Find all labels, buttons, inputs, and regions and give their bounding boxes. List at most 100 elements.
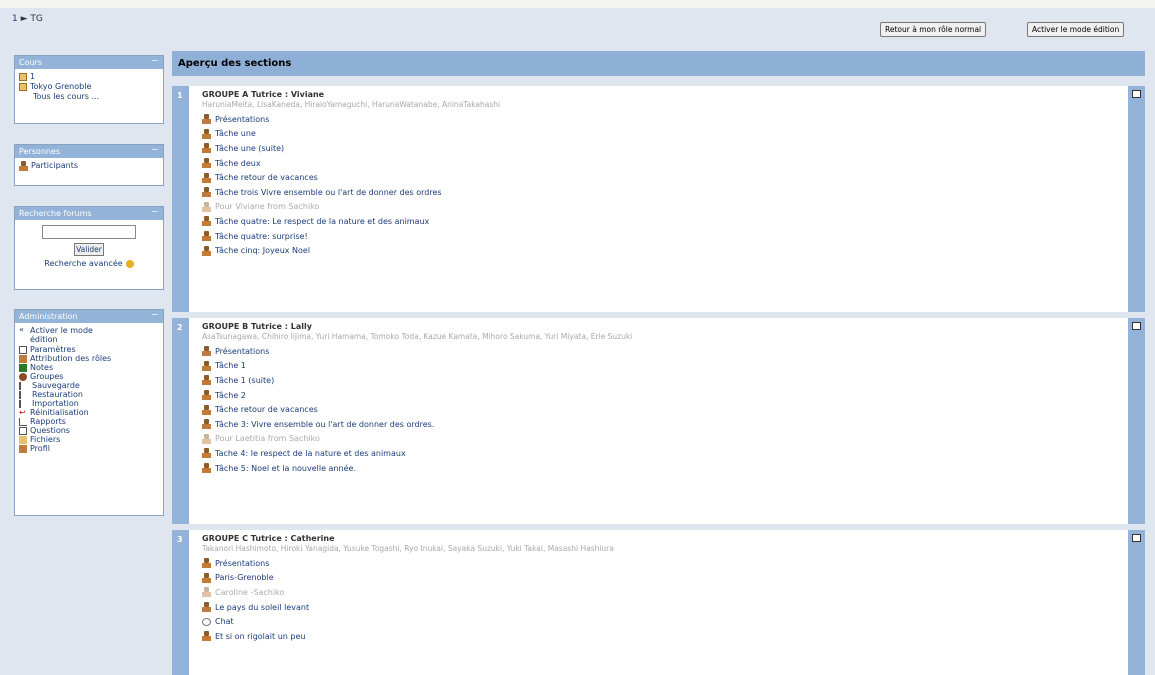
- forum-icon: [202, 631, 211, 642]
- section-2: 2 GROUPE B Tutrice : Lally AsaTsunagawa,…: [172, 318, 1145, 524]
- activity-link[interactable]: Tache 4: le respect de la nature et des …: [202, 446, 1125, 461]
- activity-label: Tâche une: [215, 129, 256, 139]
- admin-item-rapports[interactable]: Rapports: [19, 417, 159, 426]
- admin-item-label: Questions: [30, 426, 70, 435]
- admin-item-label: Paramètres: [30, 345, 76, 354]
- activity-link[interactable]: Tâche retour de vacances: [202, 402, 1125, 417]
- admin-item-reinitialisation[interactable]: ↩ Réinitialisation: [19, 408, 159, 417]
- activity-label: Tâche retour de vacances: [215, 405, 318, 415]
- search-submit-button[interactable]: Valider: [74, 243, 104, 256]
- section-number: 2: [172, 318, 189, 524]
- activity-label: Chat: [215, 617, 234, 627]
- activity-link[interactable]: Tâche trois Vivre ensemble ou l'art de d…: [202, 185, 1125, 200]
- activity-link[interactable]: Tâche quatre: Le respect de la nature et…: [202, 214, 1125, 229]
- admin-item-fichiers[interactable]: Fichiers: [19, 435, 159, 444]
- activity-link[interactable]: Tâche retour de vacances: [202, 170, 1125, 185]
- forum-icon: [202, 587, 211, 598]
- block-cours: Cours 1 Tokyo Grenoble Tous les cours ..…: [14, 55, 164, 124]
- forum-icon: [202, 360, 211, 371]
- hide-block-icon[interactable]: [152, 149, 158, 154]
- activity-link[interactable]: Tâche 1: [202, 359, 1125, 374]
- return-role-button[interactable]: Retour à mon rôle normal: [880, 22, 987, 37]
- activity-link-hidden[interactable]: Caroline -Sachiko: [202, 585, 1125, 600]
- breadcrumb: 1 ► TG: [12, 14, 43, 24]
- block-personnes-header: Personnes: [15, 145, 163, 158]
- forum-icon: [202, 404, 211, 415]
- activity-link[interactable]: Tâche 1 (suite): [202, 373, 1125, 388]
- activity-link[interactable]: Chat: [202, 614, 1125, 629]
- course-item[interactable]: Tokyo Grenoble: [19, 82, 159, 92]
- block-admin-header: Administration: [15, 310, 163, 323]
- show-only-section-icon[interactable]: [1132, 534, 1141, 542]
- admin-item-label: Profil: [30, 444, 50, 453]
- activity-link[interactable]: Présentations: [202, 344, 1125, 359]
- advanced-search-link[interactable]: Recherche avancée: [19, 259, 159, 269]
- activity-link[interactable]: Présentations: [202, 556, 1125, 571]
- admin-item-profil[interactable]: Profil: [19, 444, 159, 453]
- activity-link[interactable]: Tâche quatre: surprise!: [202, 229, 1125, 244]
- admin-item-label: Attribution des rôles: [30, 354, 112, 363]
- block-title: Personnes: [19, 147, 61, 156]
- help-icon[interactable]: [125, 260, 134, 268]
- all-courses-link[interactable]: Tous les cours ...: [19, 92, 159, 102]
- course-item[interactable]: 1: [19, 72, 159, 82]
- advanced-search-label: Recherche avancée: [44, 259, 123, 268]
- course-item-label: 1: [30, 72, 36, 81]
- activity-label: Tache 4: le respect de la nature et des …: [215, 448, 406, 458]
- activity-link[interactable]: Tâche une: [202, 127, 1125, 142]
- block-personnes: Personnes Participants: [14, 144, 164, 186]
- hide-block-icon[interactable]: [152, 60, 158, 65]
- activity-link[interactable]: Tâche une (suite): [202, 141, 1125, 156]
- activity-link[interactable]: Tâche 2: [202, 388, 1125, 403]
- activity-link-hidden[interactable]: Pour Viviane from Sachiko: [202, 200, 1125, 215]
- activity-label: Présentations: [215, 346, 270, 356]
- activity-link[interactable]: Présentations: [202, 112, 1125, 127]
- admin-item-importation[interactable]: Importation: [19, 399, 159, 408]
- activity-label: Tâche quatre: surprise!: [215, 231, 308, 241]
- forum-icon: [202, 114, 211, 125]
- admin-item-questions[interactable]: Questions: [19, 426, 159, 435]
- block-recherche-header: Recherche forums: [15, 207, 163, 220]
- section-right-column: [1128, 318, 1145, 524]
- forum-icon: [202, 231, 211, 242]
- sections-heading: Aperçu des sections: [172, 51, 1145, 76]
- roles-icon: [19, 354, 27, 363]
- admin-item-sauvegarde[interactable]: Sauvegarde: [19, 381, 159, 390]
- breadcrumb-home[interactable]: 1: [12, 14, 18, 24]
- edit-mode-button[interactable]: Activer le mode édition: [1027, 22, 1125, 37]
- activity-label: Tâche quatre: Le respect de la nature et…: [215, 216, 430, 226]
- profile-icon: [19, 444, 27, 453]
- activity-link[interactable]: Tâche 3: Vivre ensemble ou l'art de donn…: [202, 417, 1125, 432]
- show-only-section-icon[interactable]: [1132, 322, 1141, 330]
- section-title: GROUPE A Tutrice : Viviane: [202, 90, 325, 99]
- forum-icon: [202, 216, 211, 227]
- admin-item-roles[interactable]: Attribution des rôles: [19, 354, 159, 363]
- breadcrumb-separator: ►: [20, 14, 28, 24]
- hide-block-icon[interactable]: [152, 314, 158, 319]
- participants-link[interactable]: Participants: [19, 161, 159, 171]
- activity-link[interactable]: Le pays du soleil levant: [202, 600, 1125, 615]
- admin-item-groupes[interactable]: Groupes: [19, 372, 159, 381]
- activity-link[interactable]: Paris-Grenoble: [202, 571, 1125, 586]
- forum-icon: [202, 572, 211, 583]
- activity-label: Paris-Grenoble: [215, 573, 274, 583]
- admin-item-notes[interactable]: Notes: [19, 363, 159, 372]
- settings-icon: [19, 345, 27, 354]
- forum-search-input[interactable]: [42, 225, 136, 239]
- block-title: Cours: [19, 58, 43, 67]
- admin-item-label: Sauvegarde: [32, 381, 80, 390]
- show-only-section-icon[interactable]: [1132, 90, 1141, 98]
- activity-link-hidden[interactable]: Pour Laetitia from Sachiko: [202, 432, 1125, 447]
- activity-link[interactable]: Et si on rigolait un peu: [202, 629, 1125, 644]
- activity-link[interactable]: Tâche 5: Noel et la nouvelle année.: [202, 461, 1125, 476]
- restore-icon: [19, 390, 29, 399]
- admin-item-restauration[interactable]: Restauration: [19, 390, 159, 399]
- admin-item-parametres[interactable]: Paramètres: [19, 345, 159, 354]
- hide-block-icon[interactable]: [152, 211, 158, 216]
- activity-link[interactable]: Tâche deux: [202, 156, 1125, 171]
- forum-icon: [202, 375, 211, 386]
- admin-item-edit-mode[interactable]: « Activer le mode édition: [19, 326, 159, 345]
- activity-link[interactable]: Tâche cinq: Joyeux Noel: [202, 243, 1125, 258]
- category-icon: [19, 83, 27, 91]
- admin-item-label: Réinitialisation: [30, 408, 89, 417]
